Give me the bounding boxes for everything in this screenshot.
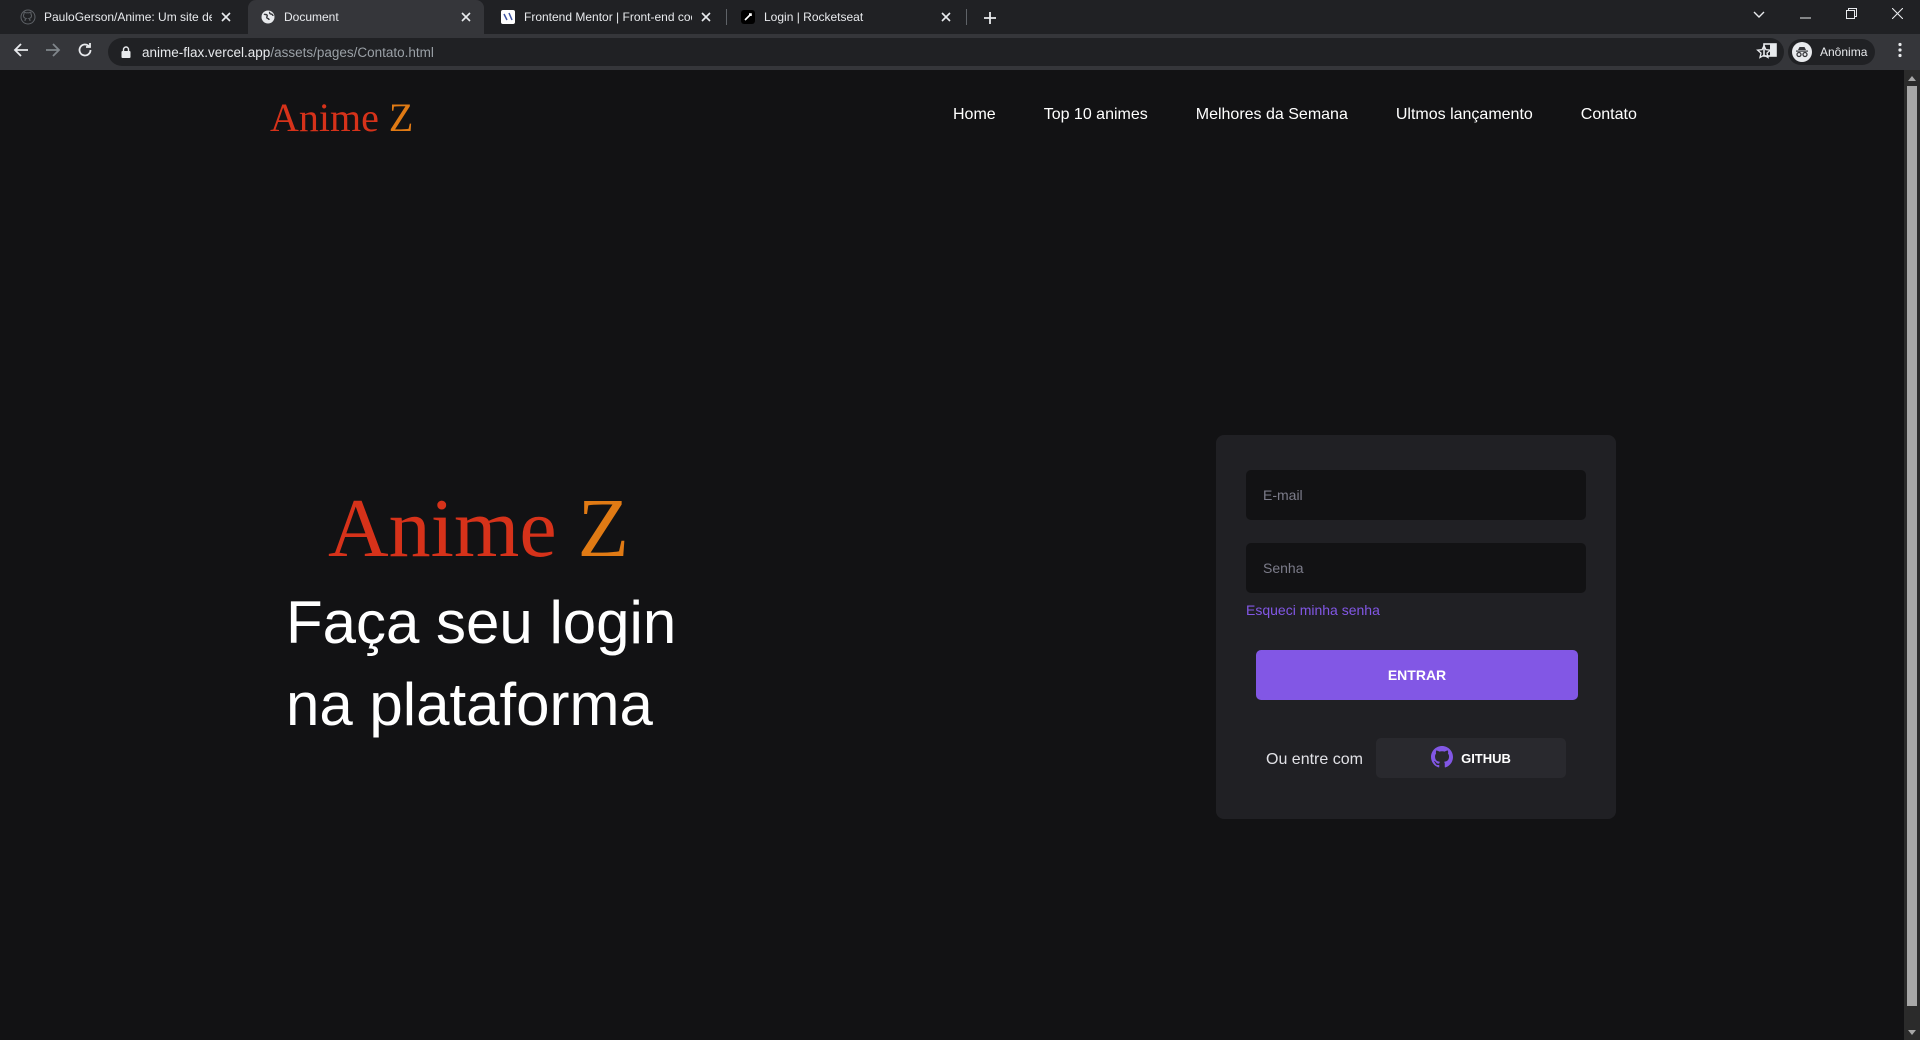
github-icon <box>1431 745 1454 771</box>
incognito-icon <box>1792 42 1812 62</box>
hero-logo: Anime Z <box>328 480 629 577</box>
restore-icon <box>1845 6 1857 24</box>
browser-tab-strip: PauloGerson/Anime: Um site de a Document… <box>0 0 1920 34</box>
scrollbar-thumb[interactable] <box>1907 86 1917 1006</box>
nav-melhores-da-semana[interactable]: Melhores da Semana <box>1196 106 1348 124</box>
profile-button[interactable]: Anônima <box>1788 39 1876 65</box>
password-field[interactable] <box>1246 543 1586 593</box>
address-bar[interactable]: anime-flax.vercel.app/assets/pages/Conta… <box>108 38 1784 66</box>
hero-logo-accent: Z <box>577 482 629 575</box>
side-panel-button[interactable] <box>1757 39 1783 65</box>
nav-ultimos-lancamentos[interactable]: Ultmos lançamento <box>1396 106 1533 124</box>
tab-title: Document <box>284 10 339 24</box>
tab-separator <box>966 9 967 25</box>
url-text: anime-flax.vercel.app/assets/pages/Conta… <box>142 45 434 60</box>
browser-tab-github[interactable]: PauloGerson/Anime: Um site de a <box>8 0 244 34</box>
hero-title-line-1: Faça seu login <box>286 589 677 656</box>
forward-button[interactable] <box>40 39 66 65</box>
tab-separator <box>726 9 727 25</box>
browser-menu-button[interactable] <box>1887 39 1913 65</box>
tab-title: Login | Rocketseat <box>764 10 864 24</box>
github-icon <box>20 9 36 25</box>
login-button[interactable]: ENTRAR <box>1256 650 1578 700</box>
logo-text: Anime <box>270 95 389 140</box>
tab-title: Frontend Mentor | Front-end coc <box>524 10 692 24</box>
page-scrollbar[interactable] <box>1904 70 1920 1040</box>
chevron-down-icon <box>1753 6 1765 24</box>
browser-tab-rocketseat[interactable]: Login | Rocketseat <box>728 0 964 34</box>
new-tab-button[interactable] <box>978 6 1002 30</box>
frontend-mentor-icon <box>500 9 516 25</box>
alt-login-label: Ou entre com <box>1266 751 1363 768</box>
tab-title: PauloGerson/Anime: Um site de a <box>44 10 212 24</box>
url-path: /assets/pages/Contato.html <box>270 44 434 60</box>
close-icon[interactable] <box>938 9 954 25</box>
profile-label: Anônima <box>1820 45 1868 59</box>
arrow-left-icon <box>13 42 29 63</box>
reload-icon <box>77 42 93 63</box>
close-icon[interactable] <box>218 9 234 25</box>
restore-button[interactable] <box>1828 0 1874 30</box>
close-icon[interactable] <box>458 9 474 25</box>
forgot-password-link[interactable]: Esqueci minha senha <box>1246 602 1380 618</box>
close-icon <box>1891 6 1903 24</box>
close-icon[interactable] <box>698 9 714 25</box>
browser-toolbar: anime-flax.vercel.app/assets/pages/Conta… <box>0 34 1920 70</box>
tab-search-button[interactable] <box>1736 0 1782 30</box>
web-page: Anime Z Home Top 10 animes Melhores da S… <box>0 70 1904 1040</box>
browser-tab-document[interactable]: Document <box>248 0 484 34</box>
main-nav: Home Top 10 animes Melhores da Semana Ul… <box>953 106 1637 124</box>
arrow-right-icon <box>45 42 61 63</box>
reload-button[interactable] <box>72 39 98 65</box>
nav-contato[interactable]: Contato <box>1581 106 1637 124</box>
scroll-down-icon[interactable] <box>1904 1024 1920 1040</box>
github-login-button[interactable]: GITHUB <box>1376 738 1566 778</box>
nav-home[interactable]: Home <box>953 106 996 124</box>
hero-title: Faça seu login na plataforma <box>286 582 676 746</box>
email-field[interactable] <box>1246 470 1586 520</box>
rocketseat-icon <box>740 9 756 25</box>
minimize-icon <box>1799 6 1811 24</box>
side-panel-icon <box>1763 42 1777 62</box>
site-logo[interactable]: Anime Z <box>270 94 413 141</box>
minimize-button[interactable] <box>1782 0 1828 30</box>
back-button[interactable] <box>8 39 34 65</box>
github-button-label: GITHUB <box>1461 750 1511 766</box>
browser-tab-frontend-mentor[interactable]: Frontend Mentor | Front-end coc <box>488 0 724 34</box>
logo-accent: Z <box>388 95 414 140</box>
hero-logo-text: Anime <box>328 482 578 575</box>
nav-top-10-animes[interactable]: Top 10 animes <box>1044 106 1148 124</box>
hero-title-line-2: na plataforma <box>286 671 653 738</box>
lock-icon <box>118 46 134 58</box>
scroll-up-icon[interactable] <box>1904 70 1920 86</box>
url-domain: anime-flax.vercel.app <box>142 44 271 60</box>
close-window-button[interactable] <box>1874 0 1920 30</box>
more-vertical-icon <box>1898 42 1902 63</box>
globe-icon <box>260 9 276 25</box>
login-card: Esqueci minha senha ENTRAR Ou entre com … <box>1216 435 1616 819</box>
